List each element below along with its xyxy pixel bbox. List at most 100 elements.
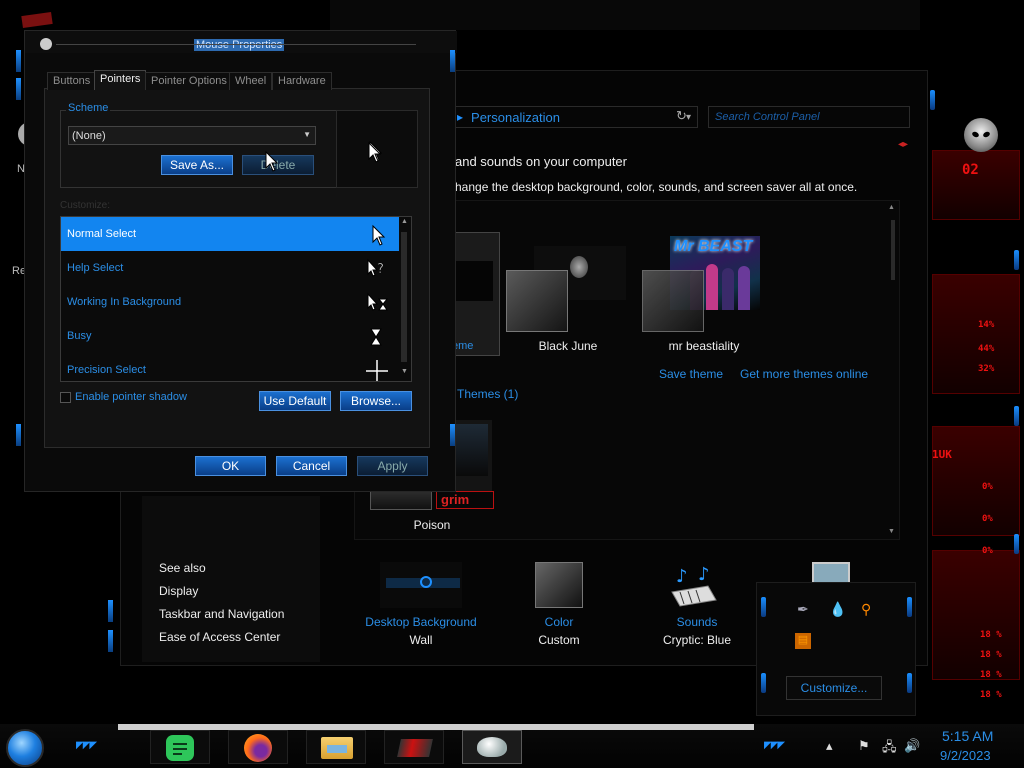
clock-date[interactable]: 9/2/2023	[940, 748, 991, 763]
desktop-background-item[interactable]: Desktop Background Wall	[356, 615, 486, 647]
deco-light	[1014, 250, 1019, 270]
alienware-app-icon	[397, 739, 433, 757]
desktop-background-label[interactable]: Desktop Background	[356, 615, 486, 629]
sounds-item[interactable]: Sounds Cryptic: Blue	[632, 615, 762, 647]
tab-pointers[interactable]: Pointers	[94, 70, 147, 90]
color-icon[interactable]	[535, 562, 583, 608]
window-preview	[642, 270, 704, 332]
list-item-normal-select[interactable]: Normal Select	[61, 217, 399, 251]
theme-thumb-text: Mr BEAST	[674, 238, 753, 255]
theme-thumbnail-poison[interactable]	[450, 420, 492, 492]
cursor-name: Precision Select	[67, 364, 146, 376]
volume-icon[interactable]: 🔊	[904, 738, 920, 754]
selected-theme-thumbnail[interactable]	[452, 232, 500, 356]
hourglass-cursor-icon	[370, 328, 382, 346]
ok-button[interactable]: OK	[195, 456, 266, 476]
list-item-precision-select[interactable]: Precision Select	[61, 353, 399, 381]
taskbar-app-mouse[interactable]	[462, 730, 522, 764]
help-icon[interactable]: ◂▸	[898, 139, 908, 150]
cursor-list-scrollbar[interactable]: ▲ ▼	[398, 218, 410, 380]
save-theme-link[interactable]: Save theme	[659, 367, 723, 381]
taskbar-app-notes[interactable]	[150, 730, 210, 764]
list-item-help-select[interactable]: Help Select ?	[61, 251, 399, 285]
mouse-icon	[477, 737, 507, 757]
sounds-label[interactable]: Sounds	[632, 615, 762, 629]
list-item-busy[interactable]: Busy	[61, 319, 399, 353]
sounds-icon[interactable]: ♪ ♪	[668, 562, 720, 608]
scroll-up-icon[interactable]: ▲	[888, 204, 895, 211]
deco-stat: 44%	[978, 344, 995, 354]
drop-icon[interactable]: 💧	[829, 601, 846, 618]
scroll-up-icon[interactable]: ▲	[401, 218, 408, 225]
use-default-button[interactable]: Use Default	[259, 391, 331, 411]
theme-name[interactable]: mr beastiality	[654, 339, 754, 353]
taskbar-decoration: ◤◤◤	[764, 740, 785, 751]
scheme-dropdown[interactable]: (None) ▼	[68, 126, 316, 145]
deco-block	[932, 426, 1020, 536]
show-hidden-icons[interactable]: ▴	[826, 738, 833, 754]
deco-stat: 18 %	[980, 690, 1002, 700]
taskbar-app-firefox[interactable]	[228, 730, 288, 764]
see-also-heading: See also	[159, 561, 206, 575]
address-bar[interactable]: ▸ Personalization ▾	[452, 106, 698, 128]
apply-button[interactable]: Apply	[357, 456, 428, 476]
tab-buttons[interactable]: Buttons	[47, 72, 97, 90]
theme-name[interactable]: Poison	[392, 518, 472, 532]
taskbar-app-explorer[interactable]	[306, 730, 366, 764]
network-icon[interactable]: 🖧	[882, 738, 897, 760]
taskbar-decoration: ◤◤◤	[76, 740, 97, 751]
scheme-value: (None)	[72, 130, 106, 142]
search-input[interactable]: Search Control Panel	[708, 106, 910, 128]
breadcrumb-personalization[interactable]: Personalization	[471, 110, 686, 125]
save-as-button[interactable]: Save As...	[161, 155, 233, 175]
app-tray-icon[interactable]: ▤	[795, 633, 811, 649]
frame-light	[450, 50, 455, 72]
enable-shadow-checkbox[interactable]	[60, 392, 71, 403]
list-item-working-in-background[interactable]: Working In Background	[61, 285, 399, 319]
sidebar-link-display[interactable]: Display	[159, 584, 198, 598]
scroll-down-icon[interactable]: ▼	[401, 368, 408, 375]
theme-scrollbar[interactable]: ▲ ▼	[888, 204, 898, 538]
notes-app-icon	[166, 735, 194, 761]
flag-icon[interactable]: ⚑	[858, 738, 870, 754]
alienware-side-panel: 02 14% 44% 32% 1UK 0% 0% 0% 18 % 18 % 18…	[928, 70, 1024, 730]
theme-name[interactable]: Black June	[518, 339, 618, 353]
screen-saver-icon[interactable]	[812, 562, 850, 584]
cursor-name: Busy	[67, 330, 92, 342]
refresh-icon[interactable]: ↻	[676, 108, 687, 124]
start-button[interactable]	[6, 729, 44, 767]
clock-time[interactable]: 5:15 AM	[942, 728, 993, 744]
dialog-title: Mouse Properties	[194, 39, 285, 51]
sounds-value: Cryptic: Blue	[662, 633, 732, 647]
tab-pointer-options[interactable]: Pointer Options	[145, 72, 233, 90]
deco-top-text: 02	[962, 162, 979, 178]
deco-stat: 18 %	[980, 630, 1002, 640]
deco-block	[932, 274, 1020, 394]
installed-themes-heading: Themes (1)	[457, 387, 519, 401]
color-label[interactable]: Color	[494, 615, 624, 629]
pen-icon[interactable]: ✒	[797, 601, 809, 618]
color-value: Custom	[538, 633, 580, 647]
close-icon[interactable]	[21, 11, 53, 29]
desktop-background-icon[interactable]	[380, 562, 462, 608]
sidebar-link-taskbar[interactable]: Taskbar and Navigation	[159, 607, 284, 621]
scroll-down-icon[interactable]: ▼	[888, 528, 895, 535]
tab-hardware[interactable]: Hardware	[272, 72, 332, 90]
scroll-thumb[interactable]	[401, 232, 407, 362]
cursor-list[interactable]: Normal Select Help Select ? Working In B…	[60, 216, 412, 382]
sidebar-link-ease-of-access[interactable]: Ease of Access Center	[159, 630, 280, 644]
enable-shadow-label[interactable]: Enable pointer shadow	[75, 391, 187, 403]
browse-button[interactable]: Browse...	[340, 391, 412, 411]
customize-button[interactable]: Customize...	[786, 676, 882, 700]
deco-block	[932, 150, 1020, 220]
get-more-themes-link[interactable]: Get more themes online	[740, 367, 868, 381]
color-item[interactable]: Color Custom	[494, 615, 624, 647]
deco-stat: 32%	[978, 364, 995, 374]
scroll-thumb[interactable]	[891, 220, 895, 280]
search-tray-icon[interactable]: ⚲	[861, 601, 871, 618]
cancel-button[interactable]: Cancel	[276, 456, 347, 476]
alien-logo-icon	[964, 118, 998, 152]
tab-wheel[interactable]: Wheel	[229, 72, 273, 90]
deco-stat: 14%	[978, 320, 995, 330]
taskbar-app-control-panel[interactable]	[384, 730, 444, 764]
